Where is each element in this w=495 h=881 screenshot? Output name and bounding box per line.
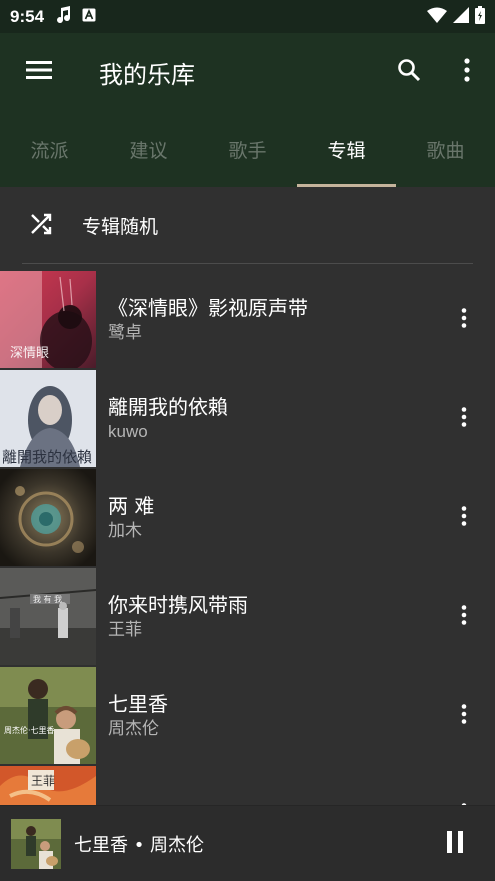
album-more-button[interactable] — [433, 271, 495, 368]
album-artist: 王菲 — [108, 619, 142, 639]
album-list: 深情眼 《深情眼》影视原声带 鹭卓 離開我的依賴 離開我的依賴 kuwo 两 难… — [0, 271, 495, 805]
album-artist: 鹭卓 — [108, 322, 142, 342]
svg-text:我 有 我: 我 有 我 — [33, 594, 62, 604]
tab-albums[interactable]: 专辑 — [297, 111, 396, 187]
music-note-icon — [56, 5, 72, 28]
svg-text:王菲: 王菲 — [31, 774, 55, 788]
album-row[interactable]: 我 有 我 你来时携风带雨 王菲 — [0, 568, 495, 665]
album-title: 你来时携风带雨 — [108, 592, 248, 617]
tab-songs[interactable]: 歌曲 — [396, 111, 495, 187]
now-playing-title: 七里香 • 周杰伦 — [74, 834, 205, 856]
tab-artists[interactable]: 歌手 — [198, 111, 297, 187]
album-row[interactable]: 深情眼 《深情眼》影视原声带 鹭卓 — [0, 271, 495, 368]
more-vert-icon — [461, 703, 467, 728]
album-artist: 周杰伦 — [108, 718, 159, 738]
divider — [22, 263, 473, 264]
shuffle-albums-button[interactable]: 专辑随机 — [0, 187, 495, 264]
tab-suggestions[interactable]: 建议 — [99, 111, 198, 187]
now-playing-bar[interactable]: 七里香 • 周杰伦 — [0, 805, 495, 881]
more-vert-icon — [461, 505, 467, 530]
album-artist: kuwo — [108, 421, 148, 441]
shuffle-albums-label: 专辑随机 — [82, 216, 159, 238]
more-vert-icon — [461, 307, 467, 332]
album-title: 《深情眼》影视原声带 — [108, 295, 308, 320]
album-title: 七里香 — [108, 691, 168, 716]
search-icon — [397, 58, 421, 86]
a-notification-icon — [82, 7, 96, 26]
svg-text:深情眼: 深情眼 — [10, 346, 49, 361]
battery-icon — [475, 5, 485, 28]
album-cover: 王菲 — [0, 766, 96, 805]
album-more-button[interactable] — [433, 469, 495, 566]
more-vert-icon — [461, 604, 467, 629]
album-row[interactable]: 两 难 加木 — [0, 469, 495, 566]
svg-text:離開我的依賴: 離開我的依賴 — [2, 448, 92, 466]
more-vert-icon — [461, 406, 467, 431]
page-title: 我的乐库 — [99, 60, 195, 89]
more-options-button[interactable] — [439, 33, 495, 111]
search-button[interactable] — [379, 33, 439, 111]
album-cover: 我 有 我 — [0, 568, 96, 665]
status-bar: 9:54 — [0, 0, 495, 33]
now-playing-cover — [11, 818, 61, 869]
app-bar: 我的乐库 — [0, 33, 495, 111]
album-more-button[interactable] — [433, 370, 495, 467]
album-title: 離開我的依賴 — [108, 394, 228, 419]
album-cover: 深情眼 — [0, 271, 96, 368]
album-title: 两 难 — [108, 493, 155, 518]
album-more-button[interactable] — [433, 766, 495, 805]
album-cover — [0, 469, 96, 566]
svg-text:周杰伦·七里香: 周杰伦·七里香 — [4, 725, 55, 735]
more-vert-icon — [464, 58, 470, 86]
album-row[interactable]: 周杰伦·七里香 七里香 周杰伦 — [0, 667, 495, 764]
album-row[interactable]: 王菲 如愿 — [0, 766, 495, 805]
pause-icon — [446, 830, 464, 857]
wifi-icon — [427, 7, 447, 27]
menu-button[interactable] — [0, 33, 78, 111]
album-more-button[interactable] — [433, 568, 495, 665]
cellular-signal-icon — [453, 6, 469, 27]
album-more-button[interactable] — [433, 667, 495, 764]
album-cover: 離開我的依賴 — [0, 370, 96, 467]
album-row[interactable]: 離開我的依賴 離開我的依賴 kuwo — [0, 370, 495, 467]
menu-icon — [26, 60, 52, 84]
status-time: 9:54 — [10, 6, 45, 26]
shuffle-icon — [29, 212, 53, 240]
tab-bar: 流派 建议 歌手 专辑 歌曲 — [0, 111, 495, 187]
album-cover: 周杰伦·七里香 — [0, 667, 96, 764]
album-artist: 加木 — [108, 520, 142, 540]
pause-button[interactable] — [415, 806, 495, 881]
tab-genres[interactable]: 流派 — [0, 111, 99, 187]
